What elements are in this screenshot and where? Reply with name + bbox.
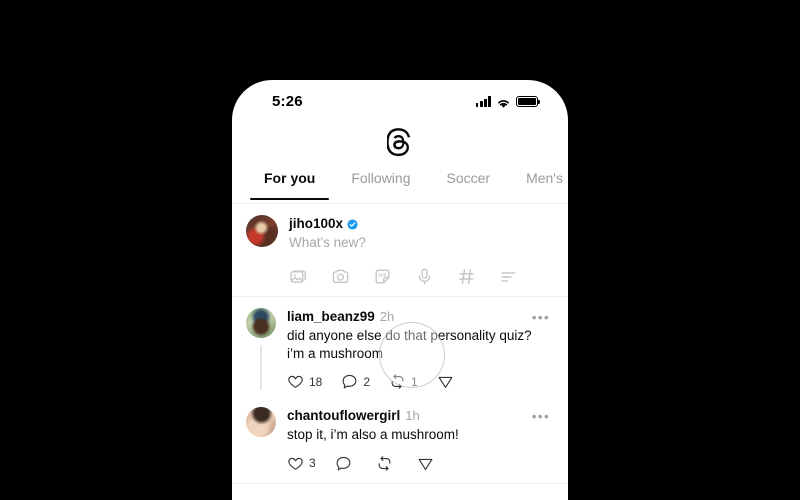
status-bar-indicators [475, 94, 541, 108]
hashtag-icon[interactable] [457, 267, 476, 286]
repost-button[interactable] [376, 455, 398, 472]
post-avatar-column [246, 308, 276, 390]
poll-list-icon[interactable] [499, 267, 518, 286]
photo-library-icon[interactable] [289, 267, 308, 286]
verified-badge-icon [347, 218, 358, 230]
post-more-options-icon[interactable]: ••• [532, 310, 552, 324]
tab-mens-fashion[interactable]: Men's Fas [508, 168, 568, 187]
post-item[interactable]: chantouflowergirl 1h ••• stop it, i’m al… [232, 396, 568, 478]
like-button[interactable]: 18 [287, 373, 322, 390]
camera-icon[interactable] [331, 267, 350, 286]
post-header: chantouflowergirl 1h ••• [287, 408, 552, 423]
battery-full-icon [516, 96, 541, 107]
post-avatar[interactable] [246, 407, 276, 437]
post-username[interactable]: liam_beanz99 [287, 309, 375, 324]
reply-button[interactable]: 2 [341, 373, 370, 390]
composer[interactable]: jiho100x What's new? GIF [232, 204, 568, 297]
status-bar: 5:26 [232, 80, 568, 120]
post-actions[interactable]: 3 [287, 455, 552, 472]
like-button[interactable]: 3 [287, 455, 316, 472]
tab-following[interactable]: Following [333, 168, 428, 187]
composer-avatar[interactable] [246, 215, 278, 247]
share-button[interactable] [437, 373, 459, 390]
composer-username: jiho100x [289, 216, 344, 231]
feed-divider [232, 482, 568, 484]
post-body: chantouflowergirl 1h ••• stop it, i’m al… [287, 407, 552, 472]
post-avatar-column [246, 407, 276, 472]
tab-soccer[interactable]: Soccer [428, 168, 508, 187]
signal-bars-icon [475, 96, 491, 107]
repost-button[interactable]: 1 [389, 373, 418, 390]
post-username[interactable]: chantouflowergirl [287, 408, 400, 423]
tab-for-you[interactable]: For you [246, 168, 333, 200]
wifi-icon [496, 96, 511, 108]
share-button[interactable] [417, 455, 439, 472]
feed-tabs[interactable]: For you Following Soccer Men's Fas [232, 168, 568, 204]
post-item[interactable]: liam_beanz99 2h ••• did anyone else do t… [232, 297, 568, 396]
microphone-icon[interactable] [415, 267, 434, 286]
threads-logo-icon [386, 127, 413, 162]
phone-screen: 5:26 For you Following Soccer Men's jiho… [232, 80, 568, 500]
composer-body: jiho100x What's new? GIF [289, 215, 552, 286]
composer-username-row: jiho100x [289, 216, 552, 231]
post-actions[interactable]: 18 2 1 [287, 373, 552, 390]
thread-connector-line [260, 345, 262, 390]
like-count: 3 [309, 456, 316, 470]
post-text: did anyone else do that personality quiz… [287, 328, 532, 361]
gif-sticker-icon[interactable]: GIF [373, 267, 392, 286]
post-timestamp: 2h [379, 309, 395, 324]
post-header: liam_beanz99 2h ••• [287, 309, 552, 324]
status-bar-time: 5:26 [272, 93, 303, 110]
post-body: liam_beanz99 2h ••• did anyone else do t… [287, 308, 552, 390]
reply-count: 2 [363, 374, 371, 389]
composer-placeholder[interactable]: What's new? [289, 235, 552, 251]
app-logo-bar [232, 120, 568, 168]
svg-text:GIF: GIF [378, 273, 386, 279]
post-timestamp: 1h [405, 408, 420, 423]
post-more-options-icon[interactable]: ••• [532, 409, 552, 423]
reply-button[interactable] [335, 455, 357, 472]
like-count: 18 [309, 374, 323, 389]
composer-attachment-icons[interactable]: GIF [289, 267, 552, 286]
repost-count: 1 [411, 374, 418, 389]
screenshot-stage: 5:26 For you Following Soccer Men's jiho… [0, 0, 800, 500]
post-avatar[interactable] [246, 308, 276, 338]
post-text: stop it, i’m also a mushroom! [287, 427, 459, 442]
